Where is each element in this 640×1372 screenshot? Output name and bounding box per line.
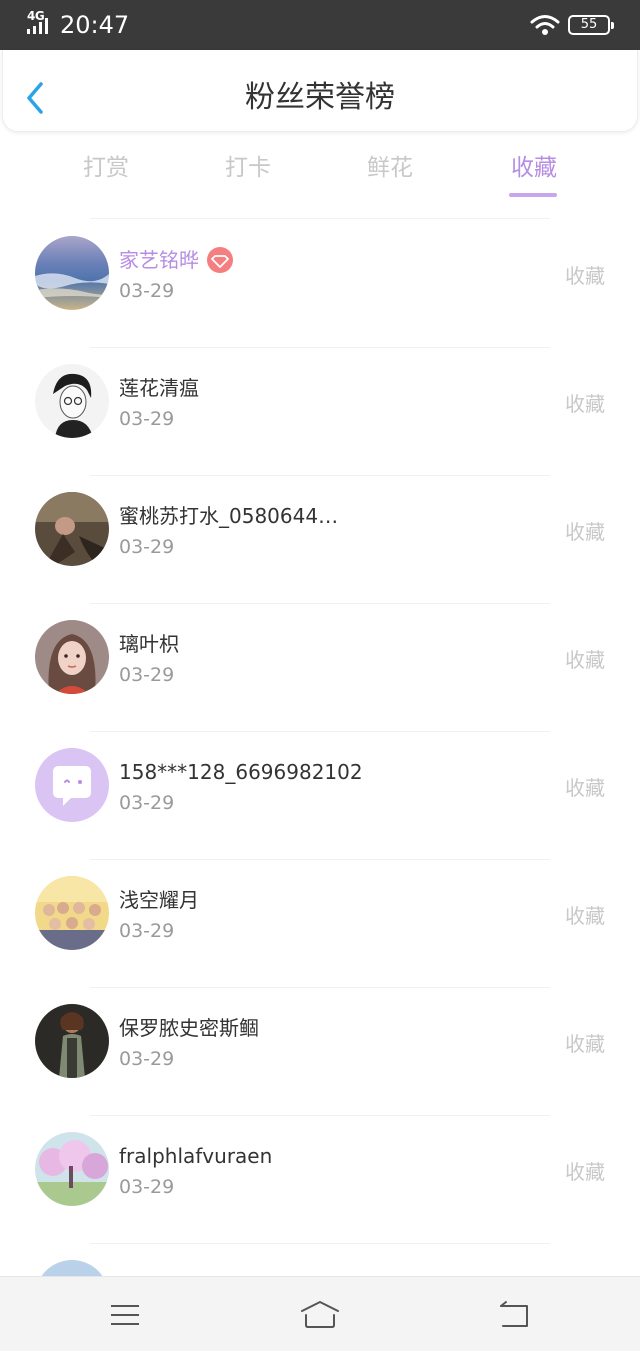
- fan-name: 保罗脓史密斯鲴: [119, 1016, 259, 1040]
- list-item[interactable]: 家艺铭晔 03-29 收藏: [0, 220, 640, 348]
- list-item[interactable]: 蜜桃苏打水_0580644… 03-29 收藏: [0, 476, 640, 604]
- tab-bar: 打赏 打卡 鲜花 收藏: [36, 148, 606, 200]
- favorite-label: 收藏: [565, 520, 605, 544]
- tab-flowers[interactable]: 鲜花: [340, 148, 440, 188]
- fan-date: 03-29: [119, 280, 175, 302]
- tabs-divider: [90, 218, 550, 219]
- tab-favorites-label: 收藏: [511, 155, 557, 181]
- favorite-label: 收藏: [565, 392, 605, 416]
- system-nav-bar: [0, 1276, 640, 1351]
- fan-name: 莲花清瘟: [119, 376, 199, 400]
- tab-checkin[interactable]: 打卡: [198, 148, 298, 188]
- fan-name: 蜜桃苏打水_0580644…: [119, 504, 339, 528]
- fan-date: 03-29: [119, 664, 175, 686]
- fan-date: 03-29: [119, 1048, 175, 1070]
- fan-date: 03-29: [119, 920, 175, 942]
- tab-favorites[interactable]: 收藏: [484, 148, 584, 197]
- favorite-label: 收藏: [565, 648, 605, 672]
- avatar[interactable]: [35, 492, 109, 566]
- favorite-label: 收藏: [565, 264, 605, 288]
- menu-icon[interactable]: [105, 1299, 145, 1331]
- fan-name: 璃叶枳: [119, 632, 179, 656]
- page-title: 粉丝荣誉榜: [245, 80, 395, 115]
- list-item[interactable]: 璃叶枳 03-29 收藏: [0, 604, 640, 732]
- home-icon[interactable]: [300, 1299, 340, 1331]
- clock: 20:47: [60, 11, 130, 39]
- status-bar: 4G 20:47 55: [0, 0, 640, 50]
- fan-date: 03-29: [119, 792, 175, 814]
- fan-name: 浅空耀月: [119, 888, 199, 912]
- list-item[interactable]: fralphlafvuraen 03-29 收藏: [0, 1116, 640, 1244]
- battery-icon: 55: [568, 15, 614, 35]
- favorite-label: 收藏: [565, 904, 605, 928]
- header-bar: 粉丝荣誉榜: [2, 50, 638, 132]
- avatar[interactable]: [35, 1132, 109, 1206]
- fan-name: fralphlafvuraen: [119, 1144, 273, 1168]
- fan-list: 家艺铭晔 03-29 收藏 莲花清瘟 03-29 收藏 蜜桃苏打水_058064…: [0, 220, 640, 1372]
- avatar[interactable]: [35, 1004, 109, 1078]
- signal-icon: [27, 18, 48, 34]
- fan-date: 03-29: [119, 536, 175, 558]
- tab-reward[interactable]: 打赏: [56, 148, 156, 188]
- fan-name-text: 家艺铭晔: [119, 248, 199, 272]
- list-item[interactable]: 莲花清瘟 03-29 收藏: [0, 348, 640, 476]
- favorite-label: 收藏: [565, 1160, 605, 1184]
- favorite-label: 收藏: [565, 1032, 605, 1056]
- avatar[interactable]: [35, 236, 109, 310]
- fan-name: 家艺铭晔: [119, 246, 233, 275]
- list-item[interactable]: 保罗脓史密斯鲴 03-29 收藏: [0, 988, 640, 1116]
- list-item[interactable]: 158***128_6696982102 03-29 收藏: [0, 732, 640, 860]
- avatar[interactable]: [35, 620, 109, 694]
- fan-date: 03-29: [119, 1176, 175, 1198]
- avatar[interactable]: [35, 748, 109, 822]
- list-item[interactable]: 浅空耀月 03-29 收藏: [0, 860, 640, 988]
- fan-name: 158***128_6696982102: [119, 760, 363, 784]
- diamond-icon: [207, 246, 233, 273]
- favorite-label: 收藏: [565, 776, 605, 800]
- avatar[interactable]: [35, 876, 109, 950]
- tab-active-indicator: [509, 193, 557, 197]
- battery-level: 55: [580, 17, 598, 32]
- back-arrow-icon[interactable]: [495, 1299, 535, 1331]
- fan-date: 03-29: [119, 408, 175, 430]
- wifi-icon: [530, 15, 560, 35]
- avatar[interactable]: [35, 364, 109, 438]
